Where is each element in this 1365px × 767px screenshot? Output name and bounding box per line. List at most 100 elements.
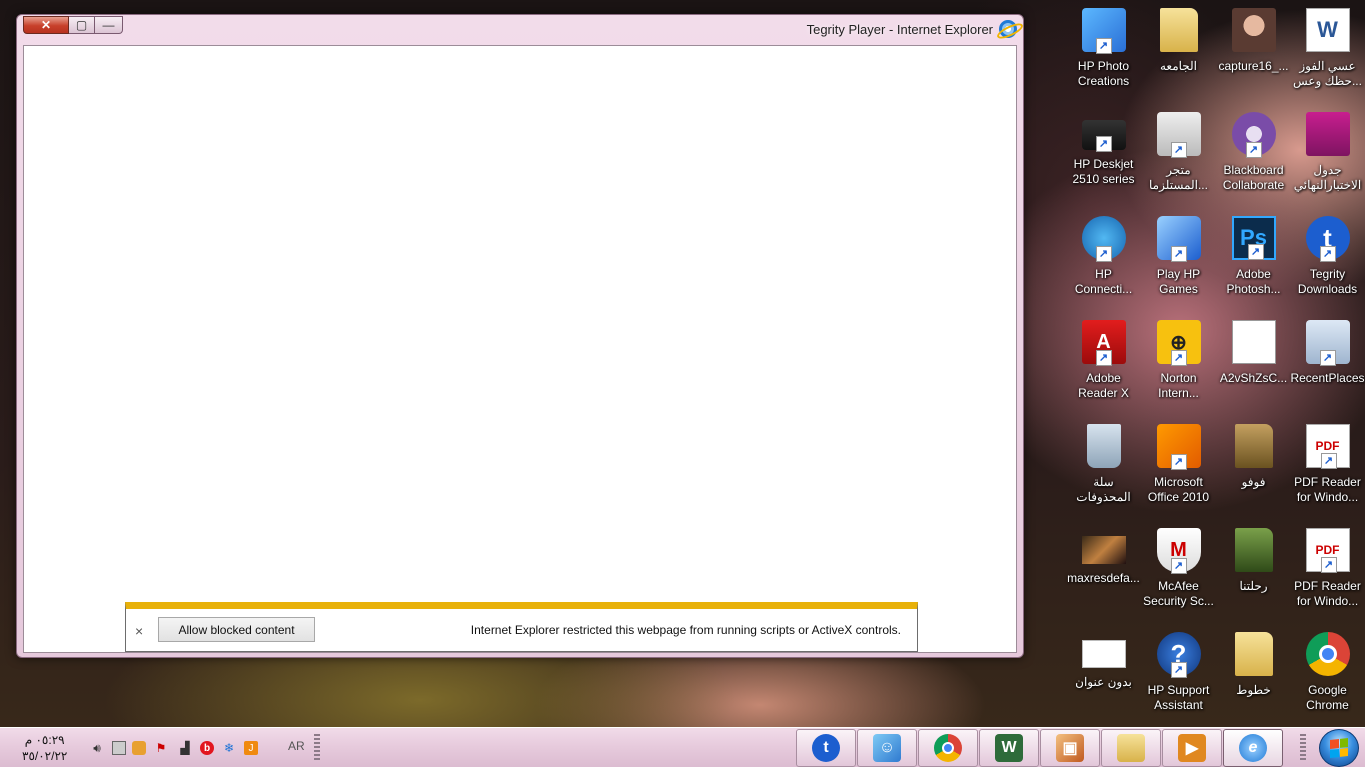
desktop-icon-folder-fofo[interactable]: فوفو — [1216, 422, 1291, 522]
word-document-icon: W — [1305, 8, 1350, 52]
media-player-icon: ▶ — [1178, 734, 1206, 762]
page-content[interactable]: × Allow blocked content Internet Explore… — [23, 45, 1017, 653]
photoshop-icon: Ps — [1231, 216, 1276, 260]
clock-time: ٠٥:٢٩ م — [24, 733, 65, 747]
title-bar[interactable]: ✕ ▢ — Tegrity Player - Internet Explorer — [17, 15, 1023, 43]
desktop-icon-label: Tegrity Downloads — [1297, 267, 1358, 296]
desktop-icon-hp-connected[interactable]: HP Connecti... — [1066, 214, 1141, 314]
taskbar-button-chrome[interactable] — [918, 729, 978, 767]
desktop-icon-adobe-reader[interactable]: A Adobe Reader X — [1066, 318, 1141, 418]
wordpad-icon: W — [995, 734, 1023, 762]
pinned-apps: t ☺ W ▣ ▶ e — [796, 729, 1283, 767]
taskbar-button-wordpad[interactable]: W — [979, 729, 1039, 767]
desktop-icon-recent-places[interactable]: RecentPlaces — [1290, 318, 1365, 418]
desktop-icon-pdf-reader-1[interactable]: PDF PDF Reader for Windo... — [1290, 422, 1365, 522]
desktop-icon-label: Norton Intern... — [1158, 371, 1199, 400]
hp-games-icon — [1156, 216, 1201, 262]
taskbar-grip[interactable] — [314, 734, 320, 762]
desktop-icon-google-chrome[interactable]: Google Chrome — [1290, 630, 1365, 730]
desktop-icon-norton[interactable]: ⊕ Norton Intern... — [1141, 318, 1216, 418]
desktop-icon-blackboard-collaborate[interactable]: Blackboard Collaborate — [1216, 110, 1291, 210]
allow-blocked-content-button[interactable]: Allow blocked content — [158, 617, 315, 642]
desktop-icon-label: الجامعه — [1159, 59, 1198, 73]
folder-icon — [1234, 424, 1273, 468]
desktop-icon-mcafee[interactable]: M McAfee Security Sc... — [1141, 526, 1216, 626]
desktop-icon-folder-trip[interactable]: رحلتنا — [1216, 526, 1291, 626]
desktop-icon-hp-support[interactable]: ? HP Support Assistant — [1141, 630, 1216, 730]
taskbar-button-tegrity[interactable]: t — [796, 729, 856, 767]
desktop-icon-label: خطوط — [1236, 683, 1271, 697]
chrome-icon — [934, 734, 962, 762]
desktop-icon-label: Adobe Reader X — [1078, 371, 1129, 400]
desktop-icon-pdf-reader-2[interactable]: PDF PDF Reader for Windo... — [1290, 526, 1365, 626]
desktop-icon-folder-fonts[interactable]: خطوط — [1216, 630, 1291, 730]
desktop-icon-label: capture16_... — [1218, 59, 1289, 73]
desktop-icon-label: Blackboard Collaborate — [1222, 163, 1285, 192]
chrome-icon — [1305, 632, 1350, 676]
taskbar-button-users[interactable]: ☺ — [857, 729, 917, 767]
desktop-icon-image-file[interactable]: A2vShZsC... — [1216, 318, 1291, 418]
taskbar: ٠٥:٢٩ م ٣٥/٠٢/٢٢ 🔊︎ ⚑ ▟ b ❄ J AR t ☺ W ▣ — [0, 727, 1365, 767]
minimize-button[interactable]: — — [95, 16, 123, 34]
caption-buttons: ✕ ▢ — — [23, 16, 123, 34]
desktop-icon-hp-deskjet[interactable]: HP Deskjet 2510 series — [1066, 110, 1141, 210]
network-icon[interactable] — [112, 741, 126, 755]
image-file-icon — [1231, 320, 1276, 364]
desktop-icon-label: بدون عنوان — [1075, 675, 1132, 689]
language-indicator[interactable]: AR — [288, 739, 305, 753]
tegrity-icon: t — [1305, 216, 1350, 262]
desktop-icon-label: A2vShZsC... — [1219, 371, 1288, 385]
image-thumbnail-icon — [1081, 536, 1126, 564]
taskbar-button-internet-explorer[interactable]: e — [1223, 729, 1283, 767]
desktop-icon-supplies-store[interactable]: متجر المستلزما... — [1141, 110, 1216, 210]
taskbar-button-media-player[interactable]: ▶ — [1162, 729, 1222, 767]
java-icon[interactable]: J — [244, 741, 258, 755]
taskbar-button-photo-viewer[interactable]: ▣ — [1040, 729, 1100, 767]
desktop-icon-final-exam-schedule[interactable]: جدول الاختبارالنهائي — [1290, 110, 1365, 210]
desktop-icon-label: Google Chrome — [1306, 683, 1349, 712]
internet-explorer-icon — [999, 20, 1017, 38]
desktop-icon-label: Microsoft Office 2010 — [1147, 475, 1210, 504]
desktop-icon-label: رحلتنا — [1239, 579, 1268, 593]
desktop-icon-label: maxresdefa... — [1067, 571, 1140, 585]
taskbar-grip[interactable] — [1300, 734, 1306, 762]
desktop-icon-capture16[interactable]: capture16_... — [1216, 6, 1291, 106]
desktop-icon-untitled[interactable]: بدون عنوان — [1066, 630, 1141, 730]
desktop-icon-tegrity-downloads[interactable]: t Tegrity Downloads — [1290, 214, 1365, 314]
flag-alert-icon[interactable]: ⚑ — [152, 739, 170, 757]
desktop-icon-play-hp-games[interactable]: Play HP Games — [1141, 214, 1216, 314]
desktop-icon-label: HP Connecti... — [1074, 267, 1133, 296]
start-button[interactable] — [1319, 729, 1359, 767]
users-icon: ☺ — [873, 734, 901, 762]
blank-image-icon — [1081, 640, 1126, 668]
adobe-reader-icon: A — [1081, 320, 1126, 366]
desktop-icon-maxresdefault[interactable]: maxresdefa... — [1066, 526, 1141, 626]
internet-explorer-icon: e — [1239, 734, 1267, 762]
desktop-icon-folder-university[interactable]: الجامعه — [1141, 6, 1216, 106]
clock[interactable]: ٠٥:٢٩ م ٣٥/٠٢/٢٢ — [22, 732, 67, 764]
beats-audio-icon[interactable]: b — [200, 741, 214, 755]
pdf-reader-icon: PDF — [1305, 528, 1350, 573]
close-icon[interactable]: × — [135, 623, 143, 639]
maximize-button[interactable]: ▢ — [69, 16, 95, 34]
close-button[interactable]: ✕ — [23, 16, 69, 34]
explorer-folder-icon — [1117, 734, 1145, 762]
folder-icon — [1234, 632, 1273, 676]
taskbar-button-explorer[interactable] — [1101, 729, 1161, 767]
volume-icon[interactable]: 🔊︎ — [88, 739, 106, 757]
desktop-icons: HP Photo Creations الجامعه capture16_...… — [1066, 6, 1365, 716]
snowflake-icon[interactable]: ❄ — [220, 739, 238, 757]
desktop-icon-photoshop[interactable]: Ps Adobe Photosh... — [1216, 214, 1291, 314]
signal-icon[interactable]: ▟ — [176, 739, 194, 757]
printer-icon — [1081, 120, 1126, 152]
folder-icon — [1159, 8, 1198, 52]
desktop-icon-recycle-bin[interactable]: سلة المحذوفات — [1066, 422, 1141, 522]
window-title: Tegrity Player - Internet Explorer — [806, 22, 993, 37]
desktop-icon-label: Play HP Games — [1156, 267, 1201, 296]
update-icon[interactable] — [132, 741, 146, 755]
mcafee-icon: M — [1156, 528, 1201, 574]
desktop-icon-word-document[interactable]: W عسي الفوز حظك وعس... — [1290, 6, 1365, 106]
desktop-icon-hp-photo-creations[interactable]: HP Photo Creations — [1066, 6, 1141, 106]
ie-window: ✕ ▢ — Tegrity Player - Internet Explorer… — [16, 14, 1024, 658]
desktop-icon-office-2010[interactable]: Microsoft Office 2010 — [1141, 422, 1216, 522]
